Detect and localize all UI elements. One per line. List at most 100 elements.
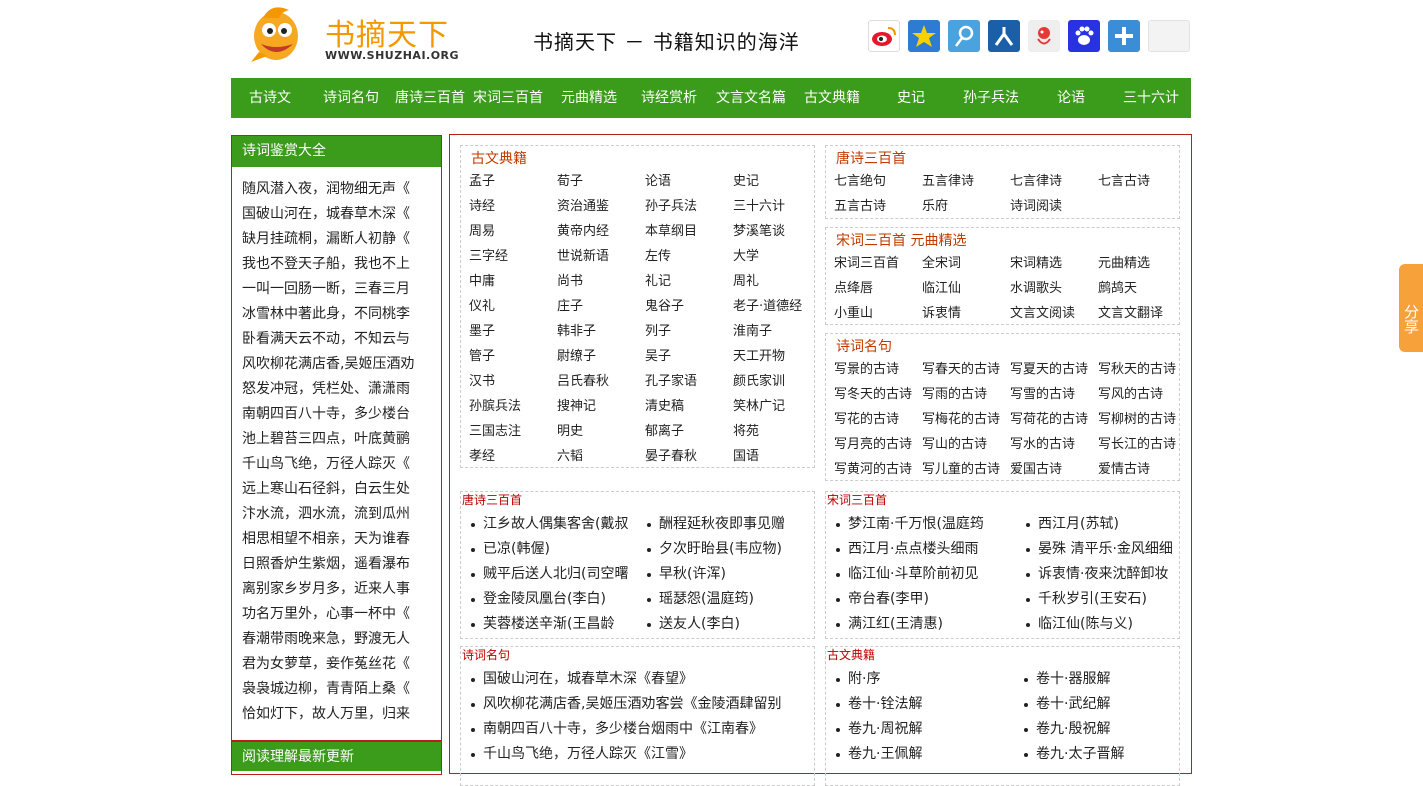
- song-list-item[interactable]: 梦江南·千万恨(温庭筠: [836, 512, 1026, 537]
- famous-link[interactable]: 爱情古诗: [1098, 457, 1186, 482]
- sidebar-item[interactable]: 缺月挂疏桐，漏断人初静《: [242, 231, 410, 247]
- classics-link[interactable]: 明史: [557, 419, 645, 444]
- tang-list-item[interactable]: 贼平后送人北归(司空曙: [471, 562, 647, 587]
- site-logo[interactable]: 书摘天下 WWW.SHUZHAI.ORG: [249, 4, 459, 66]
- nav-item[interactable]: 唐诗三百首: [393, 78, 467, 118]
- classics-link[interactable]: 孟子: [469, 169, 557, 194]
- song-link[interactable]: 点绛唇: [834, 276, 922, 301]
- song-list-item[interactable]: 临江仙(陈与义): [1026, 612, 1181, 637]
- nav-item[interactable]: 诗经赏析: [629, 78, 709, 118]
- share-side-tab[interactable]: 分享: [1399, 264, 1423, 352]
- classic-list-item[interactable]: 卷九·周祝解: [836, 717, 1024, 742]
- classics-link[interactable]: 清史稿: [645, 394, 733, 419]
- tang-list-item[interactable]: 送友人(李白): [647, 612, 811, 637]
- famous-link[interactable]: 写夏天的古诗: [1010, 357, 1098, 382]
- sidebar-item[interactable]: 恰如灯下，故人万里，归来: [242, 706, 410, 722]
- sidebar-item[interactable]: 我也不登天子船，我也不上: [242, 256, 410, 272]
- song-list-item[interactable]: 临江仙·斗草阶前初见: [836, 562, 1026, 587]
- classics-link[interactable]: 梦溪笔谈: [733, 219, 821, 244]
- classics-link[interactable]: 世说新语: [557, 244, 645, 269]
- song-link[interactable]: 元曲精选: [1098, 251, 1186, 276]
- nav-item[interactable]: 文言文名篇: [709, 78, 793, 118]
- nav-item[interactable]: 论语: [1031, 78, 1111, 118]
- tang-list-item[interactable]: 江乡故人偶集客舍(戴叔: [471, 512, 647, 537]
- sidebar-item[interactable]: 冰雪林中著此身，不同桃李: [242, 306, 410, 322]
- classics-link[interactable]: 汉书: [469, 369, 557, 394]
- song-list-item[interactable]: 千秋岁引(王安石): [1026, 587, 1181, 612]
- sidebar-item[interactable]: 池上碧苔三四点，叶底黄鹂: [242, 431, 410, 447]
- tang-link[interactable]: 七言律诗: [1010, 169, 1098, 194]
- sidebar-item[interactable]: 相思相望不相亲，天为谁春: [242, 531, 410, 547]
- nav-item[interactable]: 宋词三百首: [467, 78, 549, 118]
- song-list-item[interactable]: 诉衷情·夜来沈醉卸妆: [1026, 562, 1181, 587]
- classics-link[interactable]: 仪礼: [469, 294, 557, 319]
- quote-list-item[interactable]: 风吹柳花满店香,吴姬压酒劝客尝《金陵酒肆留别: [471, 692, 806, 717]
- tang-list-title[interactable]: 唐诗三百首: [461, 492, 814, 508]
- sidebar-item[interactable]: 风吹柳花满店香,吴姬压酒劝: [242, 356, 414, 372]
- tang-title[interactable]: 唐诗三百首: [826, 146, 1179, 168]
- classics-link[interactable]: 吕氏春秋: [557, 369, 645, 394]
- quote-list-title[interactable]: 诗词名句: [461, 647, 814, 663]
- famous-link[interactable]: 写荷花的古诗: [1010, 407, 1098, 432]
- famous-link[interactable]: 写黄河的古诗: [834, 457, 922, 482]
- famous-link[interactable]: 写月亮的古诗: [834, 432, 922, 457]
- classics-link[interactable]: 淮南子: [733, 319, 821, 344]
- classics-link[interactable]: 三国志注: [469, 419, 557, 444]
- tang-link[interactable]: 七言古诗: [1098, 169, 1186, 194]
- sidebar-item[interactable]: 国破山河在，城春草木深《: [242, 206, 410, 222]
- tang-list-item[interactable]: 登金陵凤凰台(李白): [471, 587, 647, 612]
- classics-title[interactable]: 古文典籍: [461, 146, 814, 168]
- classics-link[interactable]: 晏子春秋: [645, 444, 733, 469]
- famous-link[interactable]: 写花的古诗: [834, 407, 922, 432]
- song-link[interactable]: 诉衷情: [922, 301, 1010, 326]
- classics-link[interactable]: 庄子: [557, 294, 645, 319]
- song-link[interactable]: 文言文阅读: [1010, 301, 1098, 326]
- classic-list-item[interactable]: 卷九·太子晋解: [1024, 742, 1179, 767]
- classics-link[interactable]: 尚书: [557, 269, 645, 294]
- sidebar-item[interactable]: 随风潜入夜，润物细无声《: [242, 181, 410, 197]
- classics-link[interactable]: 郁离子: [645, 419, 733, 444]
- quote-list-item[interactable]: 千山鸟飞绝，万径人踪灭《江雪》: [471, 742, 806, 767]
- famous-link[interactable]: 写儿童的古诗: [922, 457, 1010, 482]
- famous-title[interactable]: 诗词名句: [826, 334, 1179, 356]
- classics-link[interactable]: 本草纲目: [645, 219, 733, 244]
- sidebar-item[interactable]: 春潮带雨晚来急，野渡无人: [242, 631, 410, 647]
- sidebar-item[interactable]: 千山鸟飞绝，万径人踪灭《: [242, 456, 410, 472]
- classics-link[interactable]: 周礼: [733, 269, 821, 294]
- sidebar-item[interactable]: 功名万里外，心事一杯中《: [242, 606, 410, 622]
- nav-item[interactable]: 史记: [871, 78, 951, 118]
- song-list-item[interactable]: 帝台春(李甲): [836, 587, 1026, 612]
- song-list-item[interactable]: 西江月(苏轼): [1026, 512, 1181, 537]
- renren-icon[interactable]: [988, 20, 1020, 52]
- quote-list-item[interactable]: 国破山河在，城春草木深《春望》: [471, 667, 806, 692]
- tang-list-item[interactable]: 已凉(韩偓): [471, 537, 647, 562]
- famous-link[interactable]: 写雪的古诗: [1010, 382, 1098, 407]
- song-link[interactable]: 宋词三百首: [834, 251, 922, 276]
- tang-list-item[interactable]: 夕次盱眙县(韦应物): [647, 537, 811, 562]
- famous-link[interactable]: 写长江的古诗: [1098, 432, 1186, 457]
- classic-list-title[interactable]: 古文典籍: [826, 647, 1179, 663]
- famous-link[interactable]: 写景的古诗: [834, 357, 922, 382]
- song-title[interactable]: 宋词三百首 元曲精选: [826, 228, 1179, 250]
- song-list-title[interactable]: 宋词三百首: [826, 492, 1179, 508]
- tang-list-item[interactable]: 芙蓉楼送辛渐(王昌龄: [471, 612, 647, 637]
- song-list-item[interactable]: 西江月·点点楼头细雨: [836, 537, 1026, 562]
- sidebar-item[interactable]: 远上寒山石径斜，白云生处: [242, 481, 410, 497]
- classics-link[interactable]: 天工开物: [733, 344, 821, 369]
- nav-item[interactable]: 古诗文: [231, 78, 309, 118]
- famous-link[interactable]: 写雨的古诗: [922, 382, 1010, 407]
- famous-link[interactable]: 写梅花的古诗: [922, 407, 1010, 432]
- sidebar-item[interactable]: 袅袅城边柳，青青陌上桑《: [242, 681, 410, 697]
- famous-link[interactable]: 写春天的古诗: [922, 357, 1010, 382]
- song-list-item[interactable]: 满江红(王清惠): [836, 612, 1026, 637]
- classics-link[interactable]: 将苑: [733, 419, 821, 444]
- song-link[interactable]: 宋词精选: [1010, 251, 1098, 276]
- classics-link[interactable]: 黄帝内经: [557, 219, 645, 244]
- classics-link[interactable]: 荀子: [557, 169, 645, 194]
- quote-list-item[interactable]: 南朝四百八十寺，多少楼台烟雨中《江南春》: [471, 717, 806, 742]
- famous-link[interactable]: 写柳树的古诗: [1098, 407, 1186, 432]
- classics-link[interactable]: 韩非子: [557, 319, 645, 344]
- classics-link[interactable]: 搜神记: [557, 394, 645, 419]
- classic-list-item[interactable]: 卷九·殷祝解: [1024, 717, 1179, 742]
- classics-link[interactable]: 礼记: [645, 269, 733, 294]
